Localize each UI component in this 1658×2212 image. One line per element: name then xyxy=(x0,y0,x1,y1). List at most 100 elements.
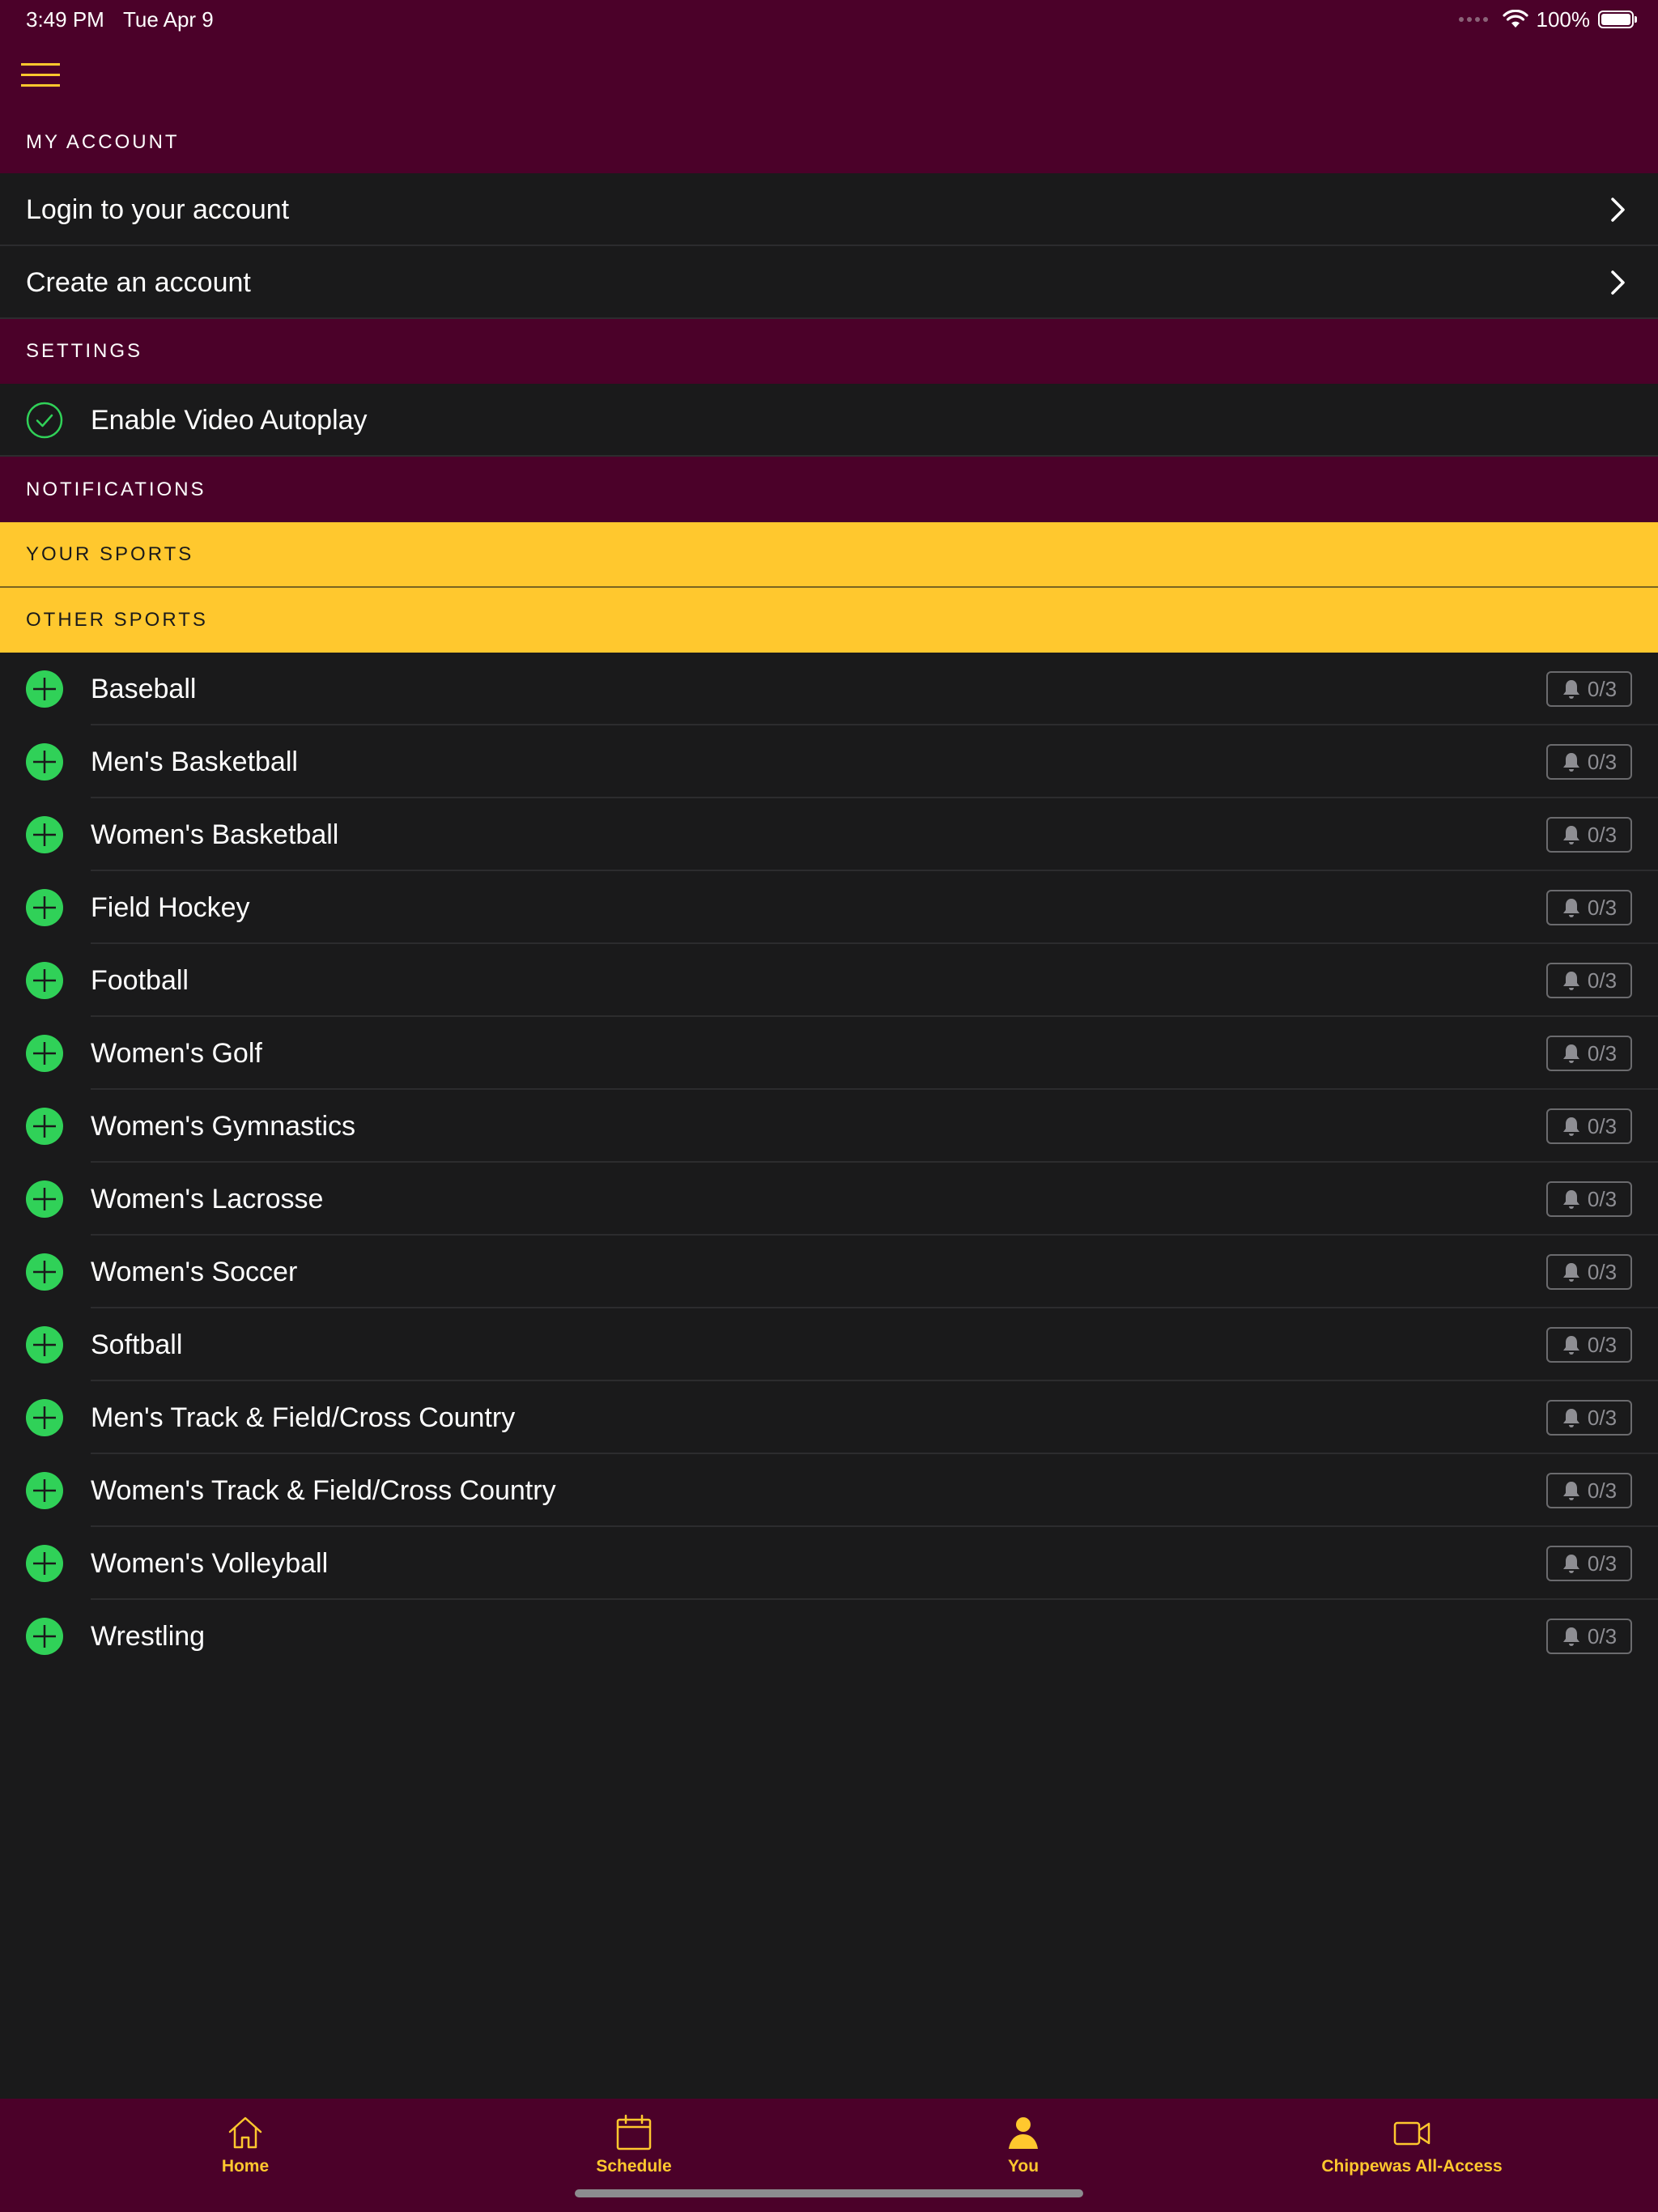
section-header-other-sports: OTHER SPORTS xyxy=(0,588,1658,653)
add-circle-icon[interactable] xyxy=(26,1618,63,1655)
notification-count-badge[interactable]: 0/3 xyxy=(1546,1619,1632,1654)
add-circle-icon[interactable] xyxy=(26,1326,63,1363)
bell-icon xyxy=(1562,753,1579,772)
bell-icon xyxy=(1562,1627,1579,1646)
hamburger-menu-icon[interactable] xyxy=(21,63,60,87)
sport-row[interactable]: Women's Golf 0/3 xyxy=(0,1017,1658,1090)
sport-name: Men's Track & Field/Cross Country xyxy=(91,1402,516,1433)
notification-count: 0/3 xyxy=(1587,1259,1618,1284)
section-header-settings: SETTINGS xyxy=(0,319,1658,384)
bell-icon xyxy=(1562,680,1579,699)
tab-all-access-label: Chippewas All-Access xyxy=(1321,2157,1503,2176)
add-circle-icon[interactable] xyxy=(26,962,63,999)
notification-count-badge[interactable]: 0/3 xyxy=(1546,817,1632,853)
tab-all-access[interactable]: Chippewas All-Access xyxy=(1290,2113,1533,2186)
create-account-label: Create an account xyxy=(26,266,251,298)
tab-schedule[interactable]: Schedule xyxy=(512,2113,755,2186)
section-header-your-sports: YOUR SPORTS xyxy=(0,522,1658,588)
add-circle-icon[interactable] xyxy=(26,1472,63,1509)
sport-row[interactable]: Field Hockey 0/3 xyxy=(0,871,1658,944)
sport-row[interactable]: Women's Volleyball 0/3 xyxy=(0,1527,1658,1600)
checkmark-circle-icon[interactable] xyxy=(26,402,63,439)
bell-icon xyxy=(1562,972,1579,990)
section-header-notifications: NOTIFICATIONS xyxy=(0,457,1658,522)
notification-count: 0/3 xyxy=(1587,1478,1618,1503)
notification-count: 0/3 xyxy=(1587,1332,1618,1357)
sport-name: Women's Basketball xyxy=(91,819,339,850)
add-circle-icon[interactable] xyxy=(26,1399,63,1436)
add-circle-icon[interactable] xyxy=(26,743,63,781)
bell-icon xyxy=(1562,1263,1579,1282)
battery-percent: 100% xyxy=(1536,6,1591,32)
sport-name: Women's Lacrosse xyxy=(91,1183,324,1214)
notification-count: 0/3 xyxy=(1587,1551,1618,1576)
notification-count: 0/3 xyxy=(1587,1623,1618,1648)
home-indicator xyxy=(575,2189,1083,2197)
notification-count-badge[interactable]: 0/3 xyxy=(1546,1181,1632,1217)
video-camera-icon xyxy=(1393,2121,1431,2146)
sport-row[interactable]: Men's Track & Field/Cross Country 0/3 xyxy=(0,1381,1658,1454)
create-account-row[interactable]: Create an account xyxy=(0,246,1658,319)
calendar-icon xyxy=(616,2114,652,2150)
bell-icon xyxy=(1562,1117,1579,1136)
notification-count: 0/3 xyxy=(1587,1040,1618,1066)
sport-name: Men's Basketball xyxy=(91,746,298,777)
notification-count-badge[interactable]: 0/3 xyxy=(1546,671,1632,707)
tab-home[interactable]: Home xyxy=(124,2113,367,2186)
tab-home-label: Home xyxy=(221,2157,270,2176)
notification-count: 0/3 xyxy=(1587,822,1618,847)
notification-count-badge[interactable]: 0/3 xyxy=(1546,1036,1632,1071)
notification-count-badge[interactable]: 0/3 xyxy=(1546,890,1632,925)
battery-icon xyxy=(1598,11,1637,28)
sport-row[interactable]: Women's Lacrosse 0/3 xyxy=(0,1163,1658,1236)
bell-icon xyxy=(1562,1482,1579,1500)
sport-row[interactable]: Women's Gymnastics 0/3 xyxy=(0,1090,1658,1163)
sport-row[interactable]: Wrestling 0/3 xyxy=(0,1600,1658,1673)
notification-count-badge[interactable]: 0/3 xyxy=(1546,963,1632,998)
section-header-my-account: MY ACCOUNT xyxy=(0,112,1658,173)
add-circle-icon[interactable] xyxy=(26,1108,63,1145)
notification-count: 0/3 xyxy=(1587,895,1618,920)
add-circle-icon[interactable] xyxy=(26,1035,63,1072)
person-icon xyxy=(1009,2117,1038,2149)
notification-count: 0/3 xyxy=(1587,968,1618,993)
wifi-icon xyxy=(1502,10,1528,28)
sport-name: Field Hockey xyxy=(91,891,250,923)
sport-name: Women's Volleyball xyxy=(91,1547,329,1579)
sport-row[interactable]: Men's Basketball 0/3 xyxy=(0,725,1658,798)
login-row[interactable]: Login to your account xyxy=(0,173,1658,246)
sport-name: Wrestling xyxy=(91,1620,206,1652)
add-circle-icon[interactable] xyxy=(26,1253,63,1291)
sport-row[interactable]: Women's Basketball 0/3 xyxy=(0,798,1658,871)
add-circle-icon[interactable] xyxy=(26,816,63,853)
notification-count: 0/3 xyxy=(1587,1405,1618,1430)
sport-row[interactable]: Baseball 0/3 xyxy=(0,653,1658,725)
sport-row[interactable]: Women's Track & Field/Cross Country 0/3 xyxy=(0,1454,1658,1527)
notification-count-badge[interactable]: 0/3 xyxy=(1546,1473,1632,1508)
status-indicators: 100% xyxy=(1458,6,1637,32)
status-time: 3:49 PM xyxy=(26,7,104,32)
notification-count: 0/3 xyxy=(1587,1186,1618,1211)
status-bar: 3:49 PM Tue Apr 9 100% xyxy=(0,0,1658,39)
cellular-signal-icon xyxy=(1458,17,1488,22)
bell-icon xyxy=(1562,1044,1579,1063)
notification-count: 0/3 xyxy=(1587,749,1618,774)
notification-count: 0/3 xyxy=(1587,676,1618,701)
top-bar xyxy=(0,39,1658,112)
notification-count-badge[interactable]: 0/3 xyxy=(1546,1108,1632,1144)
notification-count-badge[interactable]: 0/3 xyxy=(1546,1546,1632,1581)
add-circle-icon[interactable] xyxy=(26,1545,63,1582)
notification-count-badge[interactable]: 0/3 xyxy=(1546,1400,1632,1436)
sport-row[interactable]: Women's Soccer 0/3 xyxy=(0,1236,1658,1308)
tab-you[interactable]: You xyxy=(902,2113,1145,2186)
sport-row[interactable]: Softball 0/3 xyxy=(0,1308,1658,1381)
sport-row[interactable]: Football 0/3 xyxy=(0,944,1658,1017)
add-circle-icon[interactable] xyxy=(26,1180,63,1218)
notification-count-badge[interactable]: 0/3 xyxy=(1546,744,1632,780)
notification-count-badge[interactable]: 0/3 xyxy=(1546,1327,1632,1363)
add-circle-icon[interactable] xyxy=(26,670,63,708)
add-circle-icon[interactable] xyxy=(26,889,63,926)
notification-count-badge[interactable]: 0/3 xyxy=(1546,1254,1632,1290)
video-autoplay-row[interactable]: Enable Video Autoplay xyxy=(0,384,1658,457)
tab-you-label: You xyxy=(1007,2157,1039,2176)
